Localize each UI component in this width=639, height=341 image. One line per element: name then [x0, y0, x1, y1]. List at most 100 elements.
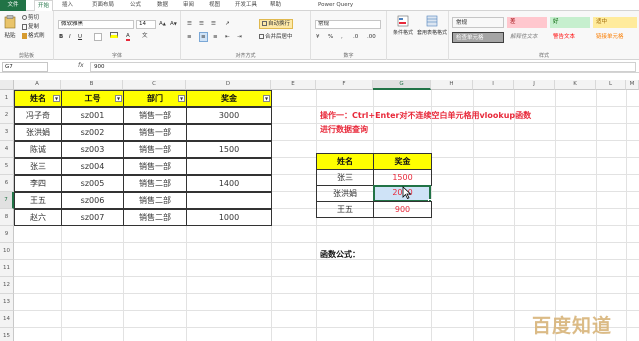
table-cell[interactable]: 销售二部 — [123, 209, 187, 226]
table-cell[interactable]: 销售一部 — [123, 107, 187, 124]
decrease-decimal-icon[interactable]: .00 — [367, 33, 376, 41]
tab-view[interactable]: 视图 — [209, 0, 220, 11]
table-cell[interactable]: 张三 — [14, 158, 62, 175]
name-box[interactable]: G7 — [2, 62, 48, 72]
column-header-k[interactable]: K — [555, 80, 596, 90]
style-neutral[interactable]: 适中 — [593, 17, 637, 28]
table-cell[interactable]: 张洪娟 — [14, 124, 62, 141]
align-center-icon[interactable]: ≡ — [199, 32, 208, 42]
fx-icon[interactable]: fx — [78, 62, 84, 69]
fill-color-button[interactable] — [110, 32, 118, 41]
select-all-corner[interactable] — [0, 80, 14, 90]
table-format-button[interactable]: 套用表格格式 — [417, 15, 447, 36]
table-cell[interactable]: 王五 — [316, 201, 374, 218]
column-header-m[interactable]: M — [626, 80, 639, 90]
table1-header-bonus[interactable]: 奖金 ▼ — [186, 90, 272, 107]
table-cell[interactable]: sz007 — [61, 209, 124, 226]
tab-formulas[interactable]: 公式 — [130, 0, 141, 11]
table-cell[interactable]: sz001 — [61, 107, 124, 124]
style-explanatory[interactable]: 解释性文本 — [507, 32, 547, 43]
wrap-text-button[interactable]: 自动换行 — [259, 19, 294, 29]
row-header-14[interactable]: 14 — [0, 311, 14, 328]
style-good[interactable]: 好 — [550, 17, 590, 28]
borders-icon[interactable] — [94, 33, 102, 41]
style-normal[interactable]: 常规 — [452, 17, 504, 28]
table-cell[interactable]: 3000 — [186, 107, 272, 124]
tab-power-query[interactable]: Power Query — [318, 0, 353, 11]
column-header-f[interactable]: F — [316, 80, 373, 90]
row-header-2[interactable]: 2 — [0, 107, 14, 124]
table-cell[interactable]: 冯子奇 — [14, 107, 62, 124]
row-header-11[interactable]: 11 — [0, 260, 14, 277]
table-cell[interactable]: sz006 — [61, 192, 124, 209]
increase-indent-icon[interactable]: ⇥ — [237, 33, 242, 41]
align-right-icon[interactable]: ≡ — [213, 33, 218, 41]
tab-developer[interactable]: 开发工具 — [235, 0, 257, 11]
row-header-8[interactable]: 8 — [0, 209, 14, 226]
tab-page-layout[interactable]: 页面布局 — [92, 0, 114, 11]
table-cell[interactable]: 张洪娟 — [316, 185, 374, 202]
filter-dropdown-icon[interactable]: ▼ — [263, 95, 270, 102]
orientation-icon[interactable]: ↗ — [225, 20, 230, 28]
column-header-h[interactable]: H — [431, 80, 473, 90]
grow-font-button[interactable]: A▲ — [159, 20, 166, 28]
paste-button[interactable]: 粘贴 — [3, 15, 17, 40]
tab-home[interactable]: 开始 — [34, 0, 54, 11]
tab-file[interactable]: 文件 — [0, 0, 26, 11]
table-cell[interactable]: 1000 — [186, 209, 272, 226]
column-header-e[interactable]: E — [271, 80, 316, 90]
table-cell[interactable]: sz005 — [61, 175, 124, 192]
column-header-b[interactable]: B — [61, 80, 123, 90]
column-header-j[interactable]: J — [514, 80, 555, 90]
table-cell[interactable]: 1500 — [186, 141, 272, 158]
row-header-1[interactable]: 1 — [0, 90, 14, 107]
currency-icon[interactable]: ¥ — [316, 33, 320, 41]
tab-help[interactable]: 帮助 — [270, 0, 281, 11]
underline-button[interactable]: U — [78, 33, 82, 41]
align-left-icon[interactable]: ≡ — [187, 33, 192, 41]
row-header-12[interactable]: 12 — [0, 277, 14, 294]
font-name-select[interactable]: 微软雅黑 — [58, 20, 134, 29]
filter-dropdown-icon[interactable]: ▼ — [178, 95, 185, 102]
bold-button[interactable]: B — [59, 33, 63, 41]
conditional-format-button[interactable]: 条件格式 — [389, 15, 417, 36]
phonetic-button[interactable]: 文 — [142, 32, 148, 40]
column-header-a[interactable]: A — [14, 80, 61, 90]
row-header-7[interactable]: 7 — [0, 192, 14, 209]
table1-header-id[interactable]: 工号 ▼ — [61, 90, 124, 107]
table-cell[interactable] — [186, 158, 272, 175]
table-cell[interactable]: 1400 — [186, 175, 272, 192]
format-painter-button[interactable]: 格式刷 — [22, 32, 45, 40]
row-header-5[interactable]: 5 — [0, 158, 14, 175]
row-header-9[interactable]: 9 — [0, 226, 14, 243]
column-header-g[interactable]: G — [373, 80, 431, 90]
table-cell[interactable] — [186, 124, 272, 141]
table2-header-name[interactable]: 姓名 — [316, 153, 374, 170]
table-cell[interactable]: 王五 — [14, 192, 62, 209]
table-cell[interactable]: sz003 — [61, 141, 124, 158]
tab-insert[interactable]: 插入 — [62, 0, 73, 11]
style-bad[interactable]: 差 — [507, 17, 547, 28]
percent-icon[interactable]: % — [328, 33, 333, 41]
copy-button[interactable]: 复制 — [22, 23, 39, 31]
table-cell[interactable]: 900 — [373, 201, 432, 218]
table1-header-name[interactable]: 姓名 ▼ — [14, 90, 62, 107]
cut-button[interactable]: 剪切 — [22, 14, 39, 22]
row-header-6[interactable]: 6 — [0, 175, 14, 192]
column-header-d[interactable]: D — [186, 80, 271, 90]
table-cell[interactable]: 李四 — [14, 175, 62, 192]
table-cell[interactable]: 1500 — [373, 169, 432, 186]
table-cell[interactable]: sz004 — [61, 158, 124, 175]
table-cell[interactable]: 陈诚 — [14, 141, 62, 158]
table-cell[interactable]: 赵六 — [14, 209, 62, 226]
align-bottom-icon[interactable]: ☰ — [211, 20, 216, 28]
font-color-button[interactable]: A — [126, 32, 130, 41]
font-size-select[interactable]: 14 — [136, 20, 156, 29]
merge-center-button[interactable]: 合并后居中 — [259, 33, 293, 41]
table-cell[interactable]: 张三 — [316, 169, 374, 186]
row-header-4[interactable]: 4 — [0, 141, 14, 158]
align-top-icon[interactable]: ☰ — [187, 20, 192, 28]
table-cell[interactable]: sz002 — [61, 124, 124, 141]
decrease-indent-icon[interactable]: ⇤ — [225, 33, 230, 41]
table-cell[interactable]: 销售一部 — [123, 124, 187, 141]
